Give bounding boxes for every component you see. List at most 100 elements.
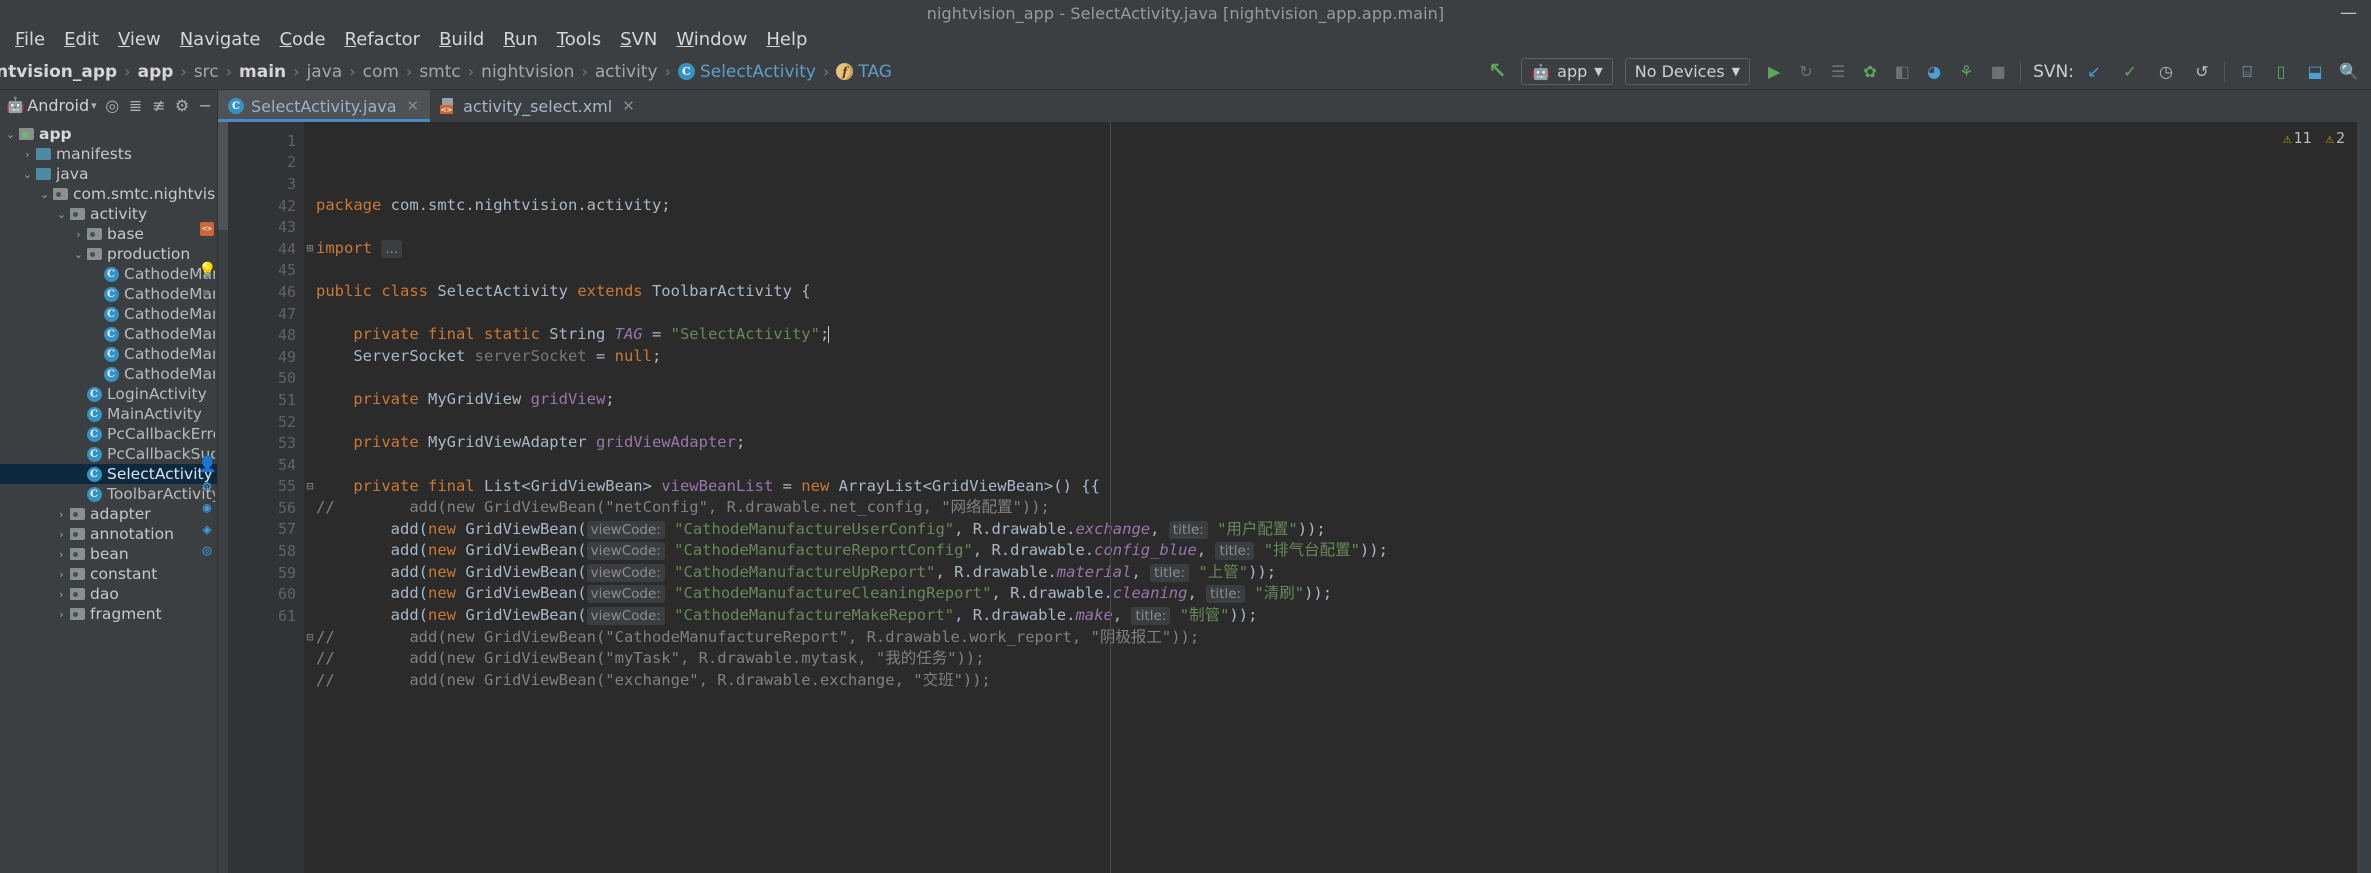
locate-icon[interactable]: ◎: [101, 92, 124, 118]
line-number-gutter[interactable]: 1 2 3 42 43 <> 44 45 💡 46 ▶ 47 48 49 50 51 52 53 54 👤 55 ⚙ 56 ◉…: [198, 122, 304, 873]
code-line[interactable]: [304, 216, 2371, 238]
gutter-line[interactable]: 59: [228, 562, 304, 584]
menu-item-code[interactable]: Code: [270, 29, 334, 51]
gutter-line[interactable]: 60: [228, 583, 304, 605]
bulb-icon[interactable]: 💡: [198, 261, 217, 279]
tree-item[interactable]: CCathodeManufac: [0, 304, 217, 324]
tree-item[interactable]: › adapter: [0, 504, 217, 524]
code-line[interactable]: private MyGridView gridView;: [304, 389, 2371, 411]
gutter-line[interactable]: 43 <>: [200, 216, 304, 238]
minimize-button[interactable]: —: [2340, 4, 2357, 22]
chevron-down-icon[interactable]: ⌄: [72, 248, 85, 261]
menu-item-edit[interactable]: Edit: [55, 29, 108, 51]
gutter-line[interactable]: 47: [228, 303, 304, 325]
gear-blue-icon[interactable]: ⚙: [198, 477, 216, 495]
code-line[interactable]: ⊞ import ...: [304, 238, 2371, 260]
tree-item[interactable]: ⌄ production: [0, 244, 217, 264]
hide-icon[interactable]: −: [194, 92, 217, 118]
tree-item[interactable]: CCathodeManufac: [0, 264, 217, 284]
code-editor[interactable]: ⚠ 11 ⚠ 2 package com.smtc.nightvision.acti…: [304, 122, 2371, 873]
code-line[interactable]: [304, 303, 2371, 325]
code-line[interactable]: private MyGridViewAdapter gridViewAdapte…: [304, 432, 2371, 454]
tree-item[interactable]: › manifests: [0, 144, 217, 164]
gutter-line[interactable]: 61: [228, 605, 304, 627]
tree-item[interactable]: ⌄ activity: [0, 204, 217, 224]
gutter-line[interactable]: 44: [228, 238, 304, 260]
settings-icon[interactable]: ⚙: [170, 92, 193, 118]
menu-item-help[interactable]: Help: [757, 29, 816, 51]
chevron-right-icon[interactable]: ›: [55, 548, 68, 561]
run-button[interactable]: ▶: [1760, 58, 1788, 86]
scrollbar-thumb[interactable]: [218, 122, 228, 230]
chevron-right-icon[interactable]: ›: [21, 148, 34, 161]
chevron-down-icon[interactable]: ⌄: [38, 188, 51, 201]
code-line[interactable]: ⊟ private final List<GridViewBean> viewB…: [304, 476, 2371, 498]
apply-code-changes-icon[interactable]: ☰: [1824, 58, 1852, 86]
tree-item[interactable]: ⌄ app: [0, 124, 217, 144]
profiler-icon[interactable]: ◕: [1920, 58, 1948, 86]
chevron-right-icon[interactable]: ›: [55, 608, 68, 621]
code-line[interactable]: [304, 411, 2371, 433]
menu-item-tools[interactable]: Tools: [548, 29, 610, 51]
breadcrumb-item-nightvision[interactable]: nightvision: [481, 62, 574, 82]
attach-debugger-icon[interactable]: ◧: [1888, 58, 1916, 86]
code-fold-icon[interactable]: ⊞: [304, 238, 316, 260]
inspection-widget[interactable]: ⚠ 11 ⚠ 2: [2283, 128, 2345, 151]
cleaning-icon[interactable]: ◈: [198, 520, 216, 538]
gutter-line[interactable]: 52: [228, 411, 304, 433]
apply-changes-icon[interactable]: ↻: [1792, 58, 1820, 86]
expand-icon[interactable]: ≢: [147, 92, 170, 118]
tree-item[interactable]: C MainActivity: [0, 404, 217, 424]
breadcrumb-item-ntvision-app[interactable]: ntvision_app: [0, 62, 117, 82]
breadcrumb-item-selectactivity[interactable]: C SelectActivity: [677, 62, 816, 82]
tree-item[interactable]: CCathodeManufac: [0, 344, 217, 364]
tree-item[interactable]: C ToolbarActivity: [0, 484, 217, 504]
code-line[interactable]: add(new GridViewBean(viewCode: "CathodeM…: [304, 540, 2371, 562]
code-line[interactable]: add(new GridViewBean(viewCode: "CathodeM…: [304, 562, 2371, 584]
chevron-down-icon[interactable]: ⌄: [21, 168, 34, 181]
gutter-line[interactable]: 2: [228, 152, 304, 174]
gutter-line[interactable]: 51: [228, 389, 304, 411]
chevron-down-icon[interactable]: ⌄: [4, 128, 17, 141]
sdk-manager-icon[interactable]: ▯: [2267, 58, 2295, 86]
editor-tab-activity-select-xml[interactable]: <> activity_select.xml ✕: [430, 90, 646, 122]
tree-item[interactable]: CPcCallbackSuccessA: [0, 444, 217, 464]
menu-item-file[interactable]: File: [6, 29, 54, 51]
gutter-line[interactable]: 53: [228, 432, 304, 454]
tree-item-selected[interactable]: C SelectActivity: [0, 464, 217, 484]
editor-scroll-stripe[interactable]: [218, 122, 228, 873]
breadcrumb-item-smtc[interactable]: smtc: [419, 62, 460, 82]
breadcrumb-item-activity[interactable]: activity: [595, 62, 658, 82]
gutter-line[interactable]: 48: [228, 324, 304, 346]
code-fold-icon[interactable]: ⊟: [304, 627, 316, 649]
tree-item[interactable]: CCathodeManufac: [0, 284, 217, 304]
breadcrumb-item-com[interactable]: com: [363, 62, 399, 82]
editor-tab-selectactivity-java[interactable]: C SelectActivity.java ✕: [218, 90, 431, 122]
tree-item[interactable]: › fragment: [0, 604, 217, 624]
close-icon[interactable]: ✕: [407, 97, 420, 115]
tree-item[interactable]: C PcCallbackErrorActi: [0, 424, 217, 444]
chevron-right-icon[interactable]: ›: [72, 228, 85, 241]
chevron-right-icon[interactable]: ›: [55, 528, 68, 541]
gutter-line[interactable]: 42: [228, 195, 304, 217]
tree-item[interactable]: › bean: [0, 544, 217, 564]
code-line[interactable]: // add(new GridViewBean("myTask", R.draw…: [304, 648, 2371, 670]
user-config-icon[interactable]: 👤: [198, 455, 217, 473]
tree-item[interactable]: CCathodeManufac: [0, 324, 217, 344]
gutter-line[interactable]: 46 ▶: [203, 281, 304, 303]
gutter-line[interactable]: 1: [228, 130, 304, 152]
run-with-coverage-icon[interactable]: ⚘: [1952, 58, 1980, 86]
collapse-all-icon[interactable]: ≣: [124, 92, 147, 118]
code-line[interactable]: package com.smtc.nightvision.activity;: [304, 195, 2371, 217]
make-icon[interactable]: ◎: [198, 541, 216, 559]
run-configuration-selector[interactable]: 🤖 app ▼: [1521, 58, 1613, 85]
chevron-down-icon[interactable]: ▾: [91, 99, 97, 112]
code-line[interactable]: add(new GridViewBean(viewCode: "CathodeM…: [304, 605, 2371, 627]
device-selector[interactable]: No Devices ▼: [1624, 58, 1751, 85]
breadcrumb-item-tag[interactable]: f TAG: [836, 62, 892, 82]
menu-item-window[interactable]: Window: [667, 29, 756, 51]
menu-item-view[interactable]: View: [109, 29, 170, 51]
tree-item[interactable]: ⌄ com.smtc.nightvision: [0, 184, 217, 204]
gutter-line[interactable]: 54 👤: [198, 454, 304, 476]
code-fold-icon[interactable]: ⊟: [304, 476, 316, 498]
